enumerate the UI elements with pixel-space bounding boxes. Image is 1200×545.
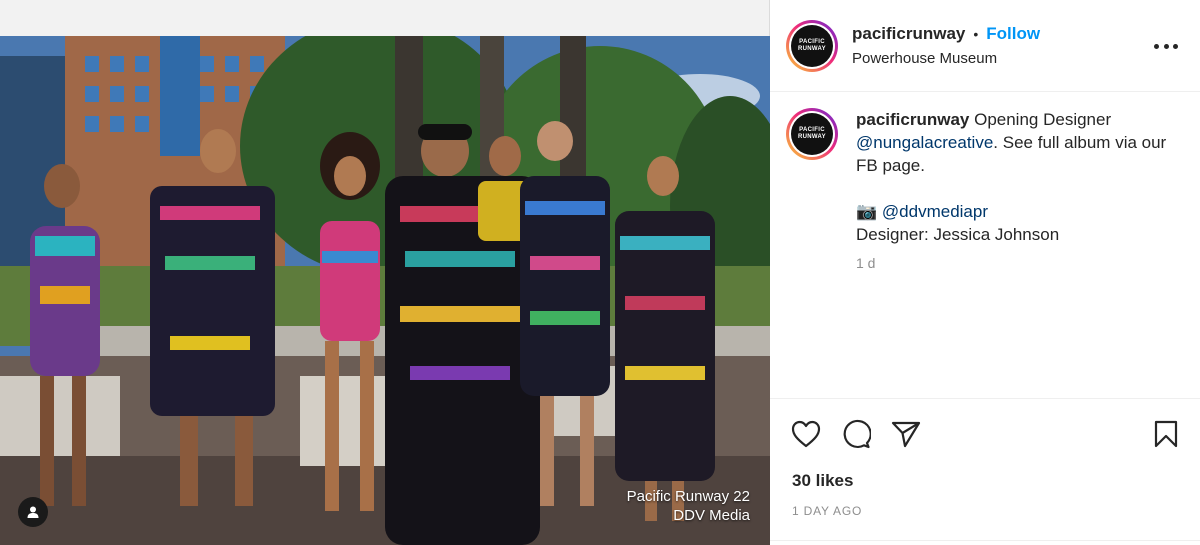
separator-dot: • — [973, 26, 979, 42]
follow-button[interactable]: Follow — [986, 24, 1040, 44]
header-username[interactable]: pacificrunway — [852, 24, 965, 44]
photo-credit-line1: Pacific Runway 22 — [626, 488, 750, 505]
bookmark-icon[interactable] — [1150, 418, 1182, 450]
post-media: Pacific Runway 22 DDV Media — [0, 0, 770, 545]
share-icon[interactable] — [890, 418, 922, 450]
mention-link[interactable]: @nungalacreative — [856, 133, 993, 152]
camera-emoji: 📷 — [856, 202, 878, 221]
post-side-panel: PACIFIC RUNWAY pacificrunway • Follow Po… — [770, 0, 1200, 545]
caption-text: pacificrunway Opening Designer @nungalac… — [856, 108, 1184, 275]
comment-timestamp[interactable]: 1 d — [856, 252, 1184, 275]
avatar-logo-text-2: RUNWAY — [798, 45, 826, 52]
caption-avatar-logo-text-2: RUNWAY — [798, 134, 826, 140]
comment-icon[interactable] — [840, 418, 872, 450]
credit-mention-link[interactable]: @ddvmediapr — [882, 202, 988, 221]
photo-credit-line2: DDV Media — [673, 507, 750, 524]
photo-credit-overlay: Pacific Runway 22 DDV Media — [627, 487, 750, 525]
more-options-icon[interactable] — [1154, 36, 1178, 56]
caption-avatar-logo-text-1: PACIFIC — [799, 127, 825, 133]
likes-count[interactable]: 30 likes — [792, 471, 853, 491]
caption-text-part1: Opening Designer — [969, 110, 1112, 129]
post-header: PACIFIC RUNWAY pacificrunway • Follow Po… — [770, 0, 1200, 92]
person-tag-icon[interactable] — [18, 497, 48, 527]
runway-photo-illustration — [0, 36, 770, 545]
heart-icon[interactable] — [790, 418, 822, 450]
caption-username[interactable]: pacificrunway — [856, 110, 969, 129]
caption-avatar[interactable]: PACIFIC RUNWAY — [786, 108, 838, 160]
avatar[interactable]: PACIFIC RUNWAY — [786, 19, 838, 72]
post-timestamp[interactable]: 1 DAY AGO — [792, 504, 862, 518]
post-actions: 30 likes 1 DAY AGO — [770, 398, 1200, 518]
caption-comment: PACIFIC RUNWAY pacificrunway Opening Des… — [786, 108, 1184, 275]
location-link[interactable]: Powerhouse Museum — [852, 50, 1040, 67]
avatar-logo-text-1: PACIFIC — [799, 38, 825, 45]
divider — [770, 540, 1200, 541]
post-photo[interactable]: Pacific Runway 22 DDV Media — [0, 36, 770, 545]
designer-line: Designer: Jessica Johnson — [856, 225, 1060, 244]
